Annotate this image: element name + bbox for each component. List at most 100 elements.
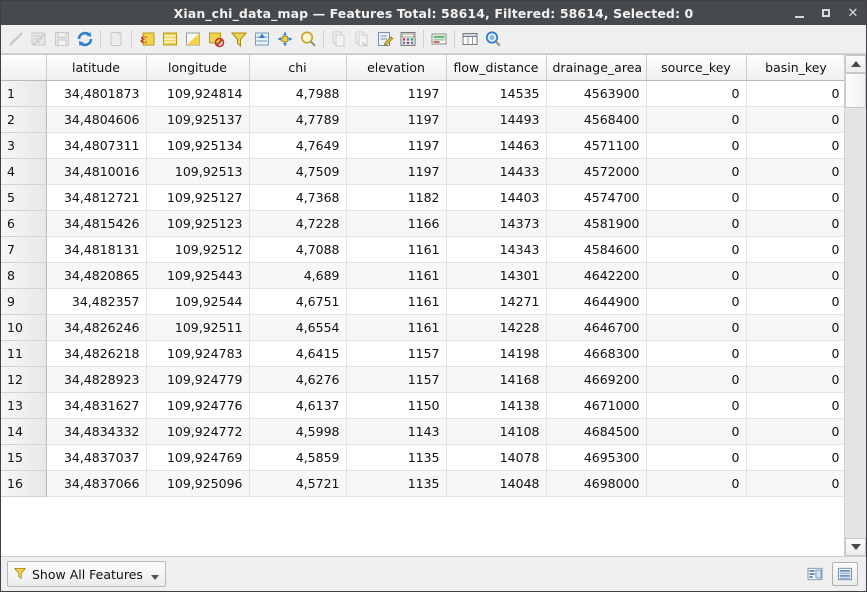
row-header[interactable]: 3	[1, 132, 47, 159]
cell-elevation[interactable]: 1135	[346, 470, 447, 497]
cell-drainage_area[interactable]: 4563900	[546, 80, 647, 107]
cell-longitude[interactable]: 109,924783	[146, 340, 250, 367]
cell-source_key[interactable]: 0	[646, 340, 747, 367]
cell-chi[interactable]: 4,5998	[249, 418, 347, 445]
table-row[interactable]: 15 34,4837037 109,924769 4,5859 1135 14078 469…	[1, 444, 844, 471]
cell-drainage_area[interactable]: 4668300	[546, 340, 647, 367]
cell-flow_distance[interactable]: 14493	[446, 106, 547, 133]
table-row[interactable]: 6 34,4815426 109,925123 4,7228 1166 14373 4581…	[1, 210, 844, 237]
field-calculator-icon[interactable]	[397, 28, 419, 50]
cell-drainage_area[interactable]: 4572000	[546, 158, 647, 185]
cell-flow_distance[interactable]: 14433	[446, 158, 547, 185]
cell-basin_key[interactable]: 0	[746, 444, 844, 471]
cell-basin_key[interactable]: 0	[746, 340, 844, 367]
invert-selection-icon[interactable]	[182, 28, 204, 50]
table-row[interactable]: 11 34,4826218 109,924783 4,6415 1157 14198 466…	[1, 340, 844, 367]
cell-source_key[interactable]: 0	[646, 236, 747, 263]
cell-flow_distance[interactable]: 14228	[446, 314, 547, 341]
cell-chi[interactable]: 4,6276	[249, 366, 347, 393]
cell-longitude[interactable]: 109,924779	[146, 366, 250, 393]
vertical-scrollbar[interactable]	[844, 55, 866, 556]
cell-flow_distance[interactable]: 14168	[446, 366, 547, 393]
cell-flow_distance[interactable]: 14343	[446, 236, 547, 263]
cell-elevation[interactable]: 1143	[346, 418, 447, 445]
cell-latitude[interactable]: 34,4834332	[46, 418, 147, 445]
cell-source_key[interactable]: 0	[646, 314, 747, 341]
cell-latitude[interactable]: 34,4820865	[46, 262, 147, 289]
table-row[interactable]: 14 34,4834332 109,924772 4,5998 1143 14108 468…	[1, 418, 844, 445]
cell-chi[interactable]: 4,5721	[249, 470, 347, 497]
cell-drainage_area[interactable]: 4581900	[546, 210, 647, 237]
cell-source_key[interactable]: 0	[646, 288, 747, 315]
cell-elevation[interactable]: 1135	[346, 444, 447, 471]
cell-latitude[interactable]: 34,4804606	[46, 106, 147, 133]
cell-source_key[interactable]: 0	[646, 470, 747, 497]
row-header[interactable]: 5	[1, 184, 47, 211]
cell-longitude[interactable]: 109,925096	[146, 470, 250, 497]
move-selection-top-icon[interactable]	[251, 28, 273, 50]
cell-chi[interactable]: 4,7509	[249, 158, 347, 185]
cell-source_key[interactable]: 0	[646, 444, 747, 471]
cell-elevation[interactable]: 1161	[346, 288, 447, 315]
cell-elevation[interactable]: 1150	[346, 392, 447, 419]
table-row[interactable]: 3 34,4807311 109,925134 4,7649 1197 14463 4571…	[1, 132, 844, 159]
table-row[interactable]: 1 34,4801873 109,924814 4,7988 1197 14535 4563…	[1, 80, 844, 107]
cell-chi[interactable]: 4,6554	[249, 314, 347, 341]
cell-drainage_area[interactable]: 4698000	[546, 470, 647, 497]
show-all-features-button[interactable]: Show All Features	[7, 561, 166, 587]
cell-basin_key[interactable]: 0	[746, 392, 844, 419]
cell-flow_distance[interactable]: 14078	[446, 444, 547, 471]
cell-chi[interactable]: 4,7789	[249, 106, 347, 133]
cell-basin_key[interactable]: 0	[746, 236, 844, 263]
actions-icon[interactable]	[482, 28, 504, 50]
pan-map-to-selection-icon[interactable]	[274, 28, 296, 50]
cell-drainage_area[interactable]: 4684500	[546, 418, 647, 445]
cell-source_key[interactable]: 0	[646, 184, 747, 211]
zoom-map-to-selection-icon[interactable]	[297, 28, 319, 50]
cell-chi[interactable]: 4,6751	[249, 288, 347, 315]
row-header[interactable]: 12	[1, 366, 47, 393]
cell-source_key[interactable]: 0	[646, 210, 747, 237]
cell-latitude[interactable]: 34,4826218	[46, 340, 147, 367]
cell-longitude[interactable]: 109,925123	[146, 210, 250, 237]
cell-basin_key[interactable]: 0	[746, 314, 844, 341]
cell-chi[interactable]: 4,5859	[249, 444, 347, 471]
cell-latitude[interactable]: 34,4801873	[46, 80, 147, 107]
row-header[interactable]: 1	[1, 80, 47, 107]
cell-latitude[interactable]: 34,4837037	[46, 444, 147, 471]
form-view-button[interactable]	[802, 562, 828, 586]
row-header[interactable]: 8	[1, 262, 47, 289]
column-header-flow_distance[interactable]: flow_distance	[446, 55, 547, 81]
cell-flow_distance[interactable]: 14048	[446, 470, 547, 497]
table-row[interactable]: 13 34,4831627 109,924776 4,6137 1150 14138 467…	[1, 392, 844, 419]
toggle-editing-icon[interactable]	[5, 28, 27, 50]
cell-source_key[interactable]: 0	[646, 366, 747, 393]
cell-drainage_area[interactable]: 4671000	[546, 392, 647, 419]
table-row[interactable]: 16 34,4837066 109,925096 4,5721 1135 14048 469…	[1, 470, 844, 497]
cell-flow_distance[interactable]: 14535	[446, 80, 547, 107]
cell-longitude[interactable]: 109,92512	[146, 236, 250, 263]
row-header[interactable]: 9	[1, 288, 47, 315]
cell-latitude[interactable]: 34,4815426	[46, 210, 147, 237]
cell-elevation[interactable]: 1197	[346, 106, 447, 133]
row-header[interactable]: 7	[1, 236, 47, 263]
cell-drainage_area[interactable]: 4642200	[546, 262, 647, 289]
organize-columns-icon[interactable]	[459, 28, 481, 50]
cell-flow_distance[interactable]: 14138	[446, 392, 547, 419]
scrollbar-thumb[interactable]	[845, 73, 866, 108]
cell-drainage_area[interactable]: 4669200	[546, 366, 647, 393]
cell-source_key[interactable]: 0	[646, 418, 747, 445]
cell-latitude[interactable]: 34,4812721	[46, 184, 147, 211]
cell-drainage_area[interactable]: 4568400	[546, 106, 647, 133]
cell-basin_key[interactable]: 0	[746, 470, 844, 497]
cell-chi[interactable]: 4,7649	[249, 132, 347, 159]
save-edits-icon[interactable]	[28, 28, 50, 50]
cell-source_key[interactable]: 0	[646, 132, 747, 159]
cell-source_key[interactable]: 0	[646, 106, 747, 133]
row-header[interactable]: 11	[1, 340, 47, 367]
cell-basin_key[interactable]: 0	[746, 262, 844, 289]
cell-chi[interactable]: 4,6415	[249, 340, 347, 367]
cell-longitude[interactable]: 109,924776	[146, 392, 250, 419]
cell-chi[interactable]: 4,689	[249, 262, 347, 289]
cell-drainage_area[interactable]: 4584600	[546, 236, 647, 263]
